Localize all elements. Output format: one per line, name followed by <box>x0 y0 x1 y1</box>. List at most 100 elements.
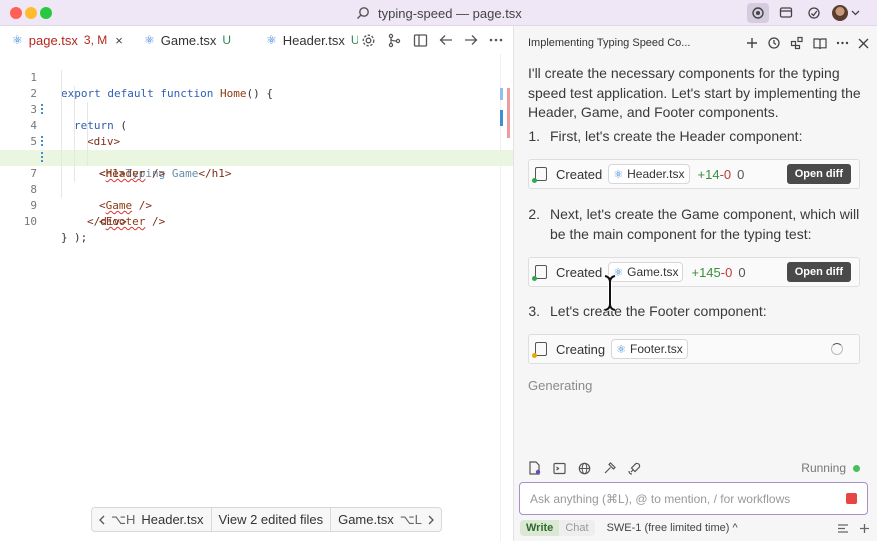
layout-icon[interactable] <box>775 3 797 23</box>
react-icon: ⚛ <box>12 33 23 47</box>
sync-icon[interactable] <box>803 3 825 23</box>
editor-actions <box>361 26 503 54</box>
tab-badge: U <box>222 33 232 47</box>
arrow-right-icon[interactable] <box>464 34 478 46</box>
chevron-right-icon <box>428 515 434 524</box>
edited-files-navigator: ⌥H Header.tsx View 2 edited files Game.t… <box>91 507 442 532</box>
react-icon: ⚛ <box>144 33 155 47</box>
split-editor-icon[interactable] <box>413 33 428 48</box>
tab-page-tsx[interactable]: ⚛ page.tsx 3, M × <box>0 26 132 54</box>
code-line: 1 export default function Home() { <box>30 71 273 100</box>
open-diff-button[interactable]: Open diff <box>786 262 851 282</box>
more-icon[interactable] <box>489 38 503 42</box>
mode-chat-button[interactable]: Chat <box>559 520 594 536</box>
chevron-down-icon <box>851 10 860 16</box>
chevron-left-icon <box>99 515 105 524</box>
panel-header: Implementing Typing Speed Co... <box>528 34 869 52</box>
open-diff-button[interactable]: Open diff <box>786 164 851 184</box>
chat-messages: 3. Let's create the Footer component: <box>528 302 861 322</box>
scrollbar[interactable] <box>499 88 513 148</box>
file-chip[interactable]: ⚛ Header.tsx <box>608 164 690 184</box>
search-icon <box>357 7 369 19</box>
react-icon: ⚛ <box>266 33 277 47</box>
step-item: 1. First, let's create the Header compone… <box>528 127 803 144</box>
code-line: 8 </div> <box>0 166 513 228</box>
history-icon[interactable] <box>767 36 781 50</box>
running-dot-icon <box>853 464 860 472</box>
list-icon[interactable] <box>837 523 849 534</box>
loading-spinner-icon <box>831 343 843 355</box>
agent-toggle-icon[interactable] <box>747 3 769 23</box>
conversation-title: Implementing Typing Speed Co... <box>528 37 691 49</box>
minimize-window-button[interactable] <box>25 7 37 19</box>
code-line: 4 <h1>Typing Game</h1> <box>0 102 513 180</box>
title-bar: typing-speed — page.tsx <box>0 0 877 26</box>
stop-generation-button[interactable] <box>846 493 857 504</box>
close-window-button[interactable] <box>10 7 22 19</box>
step-item: 3. Let's create the Footer component: <box>528 303 767 319</box>
generating-status: Generating <box>528 378 593 393</box>
zoom-window-button[interactable] <box>40 7 52 19</box>
modified-gutter <box>41 136 43 148</box>
code-line: 6 <Game /> <box>0 134 513 212</box>
code-editor[interactable]: 1 export default function Home() { 2 ret… <box>0 54 513 244</box>
code-line: 5 <Header /> <box>0 118 513 180</box>
assistant-message: I'll create the necessary components for… <box>528 65 861 120</box>
cascade-panel: Implementing Typing Speed Co... I'll cre… <box>513 26 877 541</box>
close-tab-icon[interactable]: × <box>115 33 123 48</box>
code-line: 3 <div> <box>0 86 513 148</box>
code-line-current: 7 <Footer /> <box>0 150 513 228</box>
file-change-card: Creating ⚛ Footer.tsx <box>528 334 860 364</box>
chat-footer: Write Chat SWE-1 (free limited time) ^ <box>520 519 870 537</box>
mode-toggle: Write Chat <box>520 520 595 536</box>
more-icon[interactable] <box>836 41 849 45</box>
rocket-icon[interactable] <box>628 462 641 475</box>
file-change-card: Created ⚛ Game.tsx +145 -0 0 Open diff <box>528 257 860 287</box>
next-file-button[interactable]: Game.tsx ⌥L <box>331 508 441 531</box>
file-chip[interactable]: ⚛ Footer.tsx <box>611 339 688 359</box>
hammer-icon[interactable] <box>603 461 616 475</box>
editor-tabs: ⚛ page.tsx 3, M × ⚛ Game.tsx U ⚛ Header.… <box>0 26 513 54</box>
text-cursor-icon <box>604 274 616 312</box>
file-chip[interactable]: ⚛ Game.tsx <box>608 262 684 282</box>
file-change-card: Created ⚛ Header.tsx +14 -0 0 Open diff <box>528 159 860 189</box>
model-selector[interactable]: SWE-1 (free limited time) ^ <box>607 522 738 534</box>
tool-bar: Running <box>528 459 860 477</box>
tab-badge: 3, M <box>83 33 108 47</box>
previous-file-button[interactable]: ⌥H Header.tsx <box>92 508 212 531</box>
file-context-icon[interactable] <box>528 461 541 475</box>
docs-icon[interactable] <box>813 37 827 50</box>
mode-write-button[interactable]: Write <box>520 520 560 536</box>
modified-gutter <box>41 104 43 116</box>
new-chat-icon[interactable] <box>746 37 758 49</box>
chat-messages: I'll create the necessary components for… <box>528 64 861 146</box>
file-creating-icon <box>532 342 547 358</box>
editor-area: ⚛ page.tsx 3, M × ⚛ Game.tsx U ⚛ Header.… <box>0 26 513 541</box>
file-created-icon <box>532 265 547 281</box>
settings-icon[interactable] <box>361 33 376 48</box>
code-line: 2 return ( <box>0 70 513 132</box>
close-icon[interactable] <box>858 38 869 49</box>
account-button[interactable] <box>831 3 861 23</box>
view-edited-files-button[interactable]: View 2 edited files <box>212 508 332 531</box>
tab-header-tsx[interactable]: ⚛ Header.tsx U <box>254 26 358 54</box>
extensions-icon[interactable] <box>790 36 804 50</box>
chat-input[interactable]: Ask anything (⌘L), @ to mention, / for w… <box>519 482 868 515</box>
command-center[interactable]: typing-speed — page.tsx <box>356 5 522 21</box>
arrow-left-icon[interactable] <box>439 34 453 46</box>
step-item: 2. Next, let's create the Game component,… <box>528 206 860 242</box>
source-control-icon[interactable] <box>387 33 402 48</box>
file-created-icon <box>532 167 547 183</box>
terminal-icon[interactable] <box>553 462 566 475</box>
code-line: 9 ); <box>0 182 513 244</box>
chat-messages: 2. Next, let's create the Game component,… <box>528 205 861 244</box>
running-status: Running <box>801 461 860 475</box>
tab-game-tsx[interactable]: ⚛ Game.tsx U <box>132 26 254 54</box>
modified-gutter <box>41 152 43 164</box>
react-icon: ⚛ <box>616 343 627 356</box>
chat-input-placeholder: Ask anything (⌘L), @ to mention, / for w… <box>530 491 791 506</box>
code-line: 10 } <box>23 215 68 244</box>
add-context-icon[interactable] <box>859 523 870 534</box>
window-title: typing-speed — page.tsx <box>378 5 522 21</box>
globe-icon[interactable] <box>578 462 591 475</box>
